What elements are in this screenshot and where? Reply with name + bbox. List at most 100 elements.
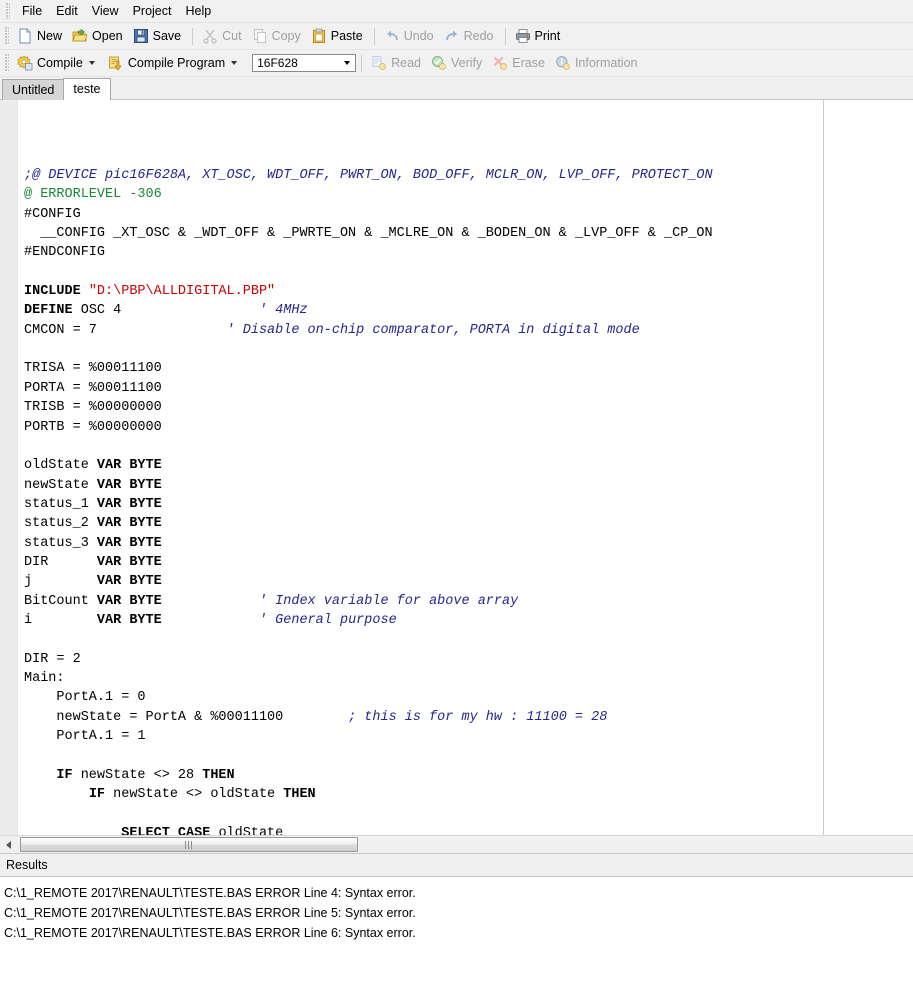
code-text[interactable]: ;@ DEVICE pic16F628A, XT_OSC, WDT_OFF, P… bbox=[18, 100, 913, 835]
editor-horizontal-scrollbar[interactable] bbox=[0, 835, 913, 853]
toolbar-separator bbox=[374, 28, 375, 45]
copy-button[interactable]: Copy bbox=[248, 25, 307, 47]
tab-untitled[interactable]: Untitled bbox=[2, 79, 64, 100]
code-token: VAR BYTE bbox=[97, 536, 162, 551]
code-line: newState VAR BYTE bbox=[24, 476, 913, 495]
code-token bbox=[97, 323, 227, 338]
scrollbar-thumb[interactable] bbox=[20, 837, 358, 852]
code-token: VAR BYTE bbox=[97, 594, 162, 609]
cut-button-label: Cut bbox=[222, 29, 241, 43]
device-select-value: 16F628 bbox=[257, 56, 298, 70]
code-token bbox=[24, 826, 121, 835]
code-line: ;@ DEVICE pic16F628A, XT_OSC, WDT_OFF, P… bbox=[24, 166, 913, 185]
pbp-ide-window: File Edit View Project Help New Open bbox=[0, 0, 913, 981]
redo-arrow-icon bbox=[444, 28, 460, 44]
code-line bbox=[24, 437, 913, 456]
undo-button[interactable]: Undo bbox=[380, 25, 440, 47]
redo-button[interactable]: Redo bbox=[440, 25, 500, 47]
scissors-icon bbox=[202, 28, 218, 44]
code-token: #ENDCONFIG bbox=[24, 245, 105, 260]
code-token: PORTB = %00000000 bbox=[24, 420, 162, 435]
compile-program-button[interactable]: Compile Program bbox=[104, 52, 246, 74]
menu-item-file[interactable]: File bbox=[15, 2, 49, 20]
code-token: VAR BYTE bbox=[97, 516, 162, 531]
copy-button-label: Copy bbox=[272, 29, 301, 43]
code-token: BitCount bbox=[24, 594, 97, 609]
paste-icon bbox=[311, 28, 327, 44]
read-button[interactable]: Read bbox=[367, 52, 427, 74]
code-line: #CONFIG bbox=[24, 205, 913, 224]
code-line: SELECT CASE oldState bbox=[24, 824, 913, 835]
code-token: TRISB = %00000000 bbox=[24, 400, 162, 415]
code-token: IF bbox=[89, 787, 105, 802]
menu-item-edit[interactable]: Edit bbox=[49, 2, 85, 20]
print-button[interactable]: Print bbox=[511, 25, 567, 47]
code-token: ' 4MHz bbox=[259, 303, 308, 318]
code-token: status_2 bbox=[24, 516, 97, 531]
scroll-left-arrow-icon[interactable] bbox=[0, 836, 17, 853]
code-token: ;@ DEVICE pic16F628A, XT_OSC, WDT_OFF, P… bbox=[24, 168, 713, 183]
toolbar-separator bbox=[505, 28, 506, 45]
code-token: VAR BYTE bbox=[97, 555, 162, 570]
scroll-thumb-grip-icon bbox=[185, 841, 194, 849]
erase-icon bbox=[492, 55, 508, 71]
menu-item-help[interactable]: Help bbox=[178, 2, 218, 20]
code-line: DIR VAR BYTE bbox=[24, 553, 913, 572]
save-button[interactable]: Save bbox=[129, 25, 188, 47]
chevron-down-icon[interactable] bbox=[231, 61, 237, 65]
code-line: CMCON = 7 ' Disable on-chip comparator, … bbox=[24, 321, 913, 340]
undo-arrow-icon bbox=[384, 28, 400, 44]
code-token: oldState bbox=[210, 826, 283, 835]
cut-button[interactable]: Cut bbox=[198, 25, 247, 47]
code-token: newState <> 28 bbox=[73, 768, 203, 783]
document-tabs: Untitled teste bbox=[0, 77, 913, 100]
toolbar-grip-icon bbox=[5, 54, 9, 72]
code-line: j VAR BYTE bbox=[24, 572, 913, 591]
erase-button[interactable]: Erase bbox=[488, 52, 551, 74]
code-line: TRISA = %00011100 bbox=[24, 359, 913, 378]
code-line: IF newState <> oldState THEN bbox=[24, 785, 913, 804]
code-token: "D:\PBP\ALLDIGITAL.PBP" bbox=[89, 284, 275, 299]
tab-teste[interactable]: teste bbox=[63, 78, 110, 100]
code-line: #ENDCONFIG bbox=[24, 243, 913, 262]
result-line: C:\1_REMOTE 2017\RENAULT\TESTE.BAS ERROR… bbox=[4, 903, 913, 923]
chevron-down-icon[interactable] bbox=[89, 61, 95, 65]
information-button[interactable]: Information bbox=[551, 52, 644, 74]
code-token: SELECT CASE bbox=[121, 826, 210, 835]
results-output[interactable]: C:\1_REMOTE 2017\RENAULT\TESTE.BAS ERROR… bbox=[0, 877, 913, 981]
toolbar-separator bbox=[192, 28, 193, 45]
code-token bbox=[283, 710, 348, 725]
code-token: ' Disable on-chip comparator, PORTA in d… bbox=[227, 323, 640, 338]
code-token: ' General purpose bbox=[259, 613, 397, 628]
chevron-down-icon[interactable] bbox=[344, 61, 350, 65]
toolbar-grip-icon bbox=[5, 27, 9, 45]
code-token: VAR BYTE bbox=[97, 613, 162, 628]
code-line: i VAR BYTE ' General purpose bbox=[24, 611, 913, 630]
code-line: DIR = 2 bbox=[24, 650, 913, 669]
print-button-label: Print bbox=[535, 29, 561, 43]
menu-item-view[interactable]: View bbox=[85, 2, 126, 20]
compile-button[interactable]: Compile bbox=[13, 52, 104, 74]
code-token: newState bbox=[24, 478, 97, 493]
code-token: @ ERRORLEVEL -306 bbox=[24, 187, 162, 202]
menu-item-project[interactable]: Project bbox=[126, 2, 179, 20]
editor-gutter bbox=[0, 100, 18, 835]
verify-check-icon bbox=[431, 55, 447, 71]
code-line: status_1 VAR BYTE bbox=[24, 495, 913, 514]
open-button[interactable]: Open bbox=[68, 25, 129, 47]
code-line bbox=[24, 630, 913, 649]
code-token: ; this is for my hw : 11100 = 28 bbox=[348, 710, 607, 725]
code-editor[interactable]: ;@ DEVICE pic16F628A, XT_OSC, WDT_OFF, P… bbox=[0, 100, 913, 835]
code-token bbox=[162, 613, 259, 628]
code-token: THEN bbox=[202, 768, 234, 783]
compile-program-icon bbox=[108, 55, 124, 71]
verify-button[interactable]: Verify bbox=[427, 52, 488, 74]
save-disk-icon bbox=[133, 28, 149, 44]
code-token: VAR BYTE bbox=[97, 458, 162, 473]
device-select[interactable]: 16F628 bbox=[252, 54, 356, 72]
paste-button[interactable]: Paste bbox=[307, 25, 369, 47]
compile-gear-icon bbox=[17, 55, 33, 71]
new-button[interactable]: New bbox=[13, 25, 68, 47]
code-line: DEFINE OSC 4 ' 4MHz bbox=[24, 301, 913, 320]
code-token bbox=[24, 768, 56, 783]
